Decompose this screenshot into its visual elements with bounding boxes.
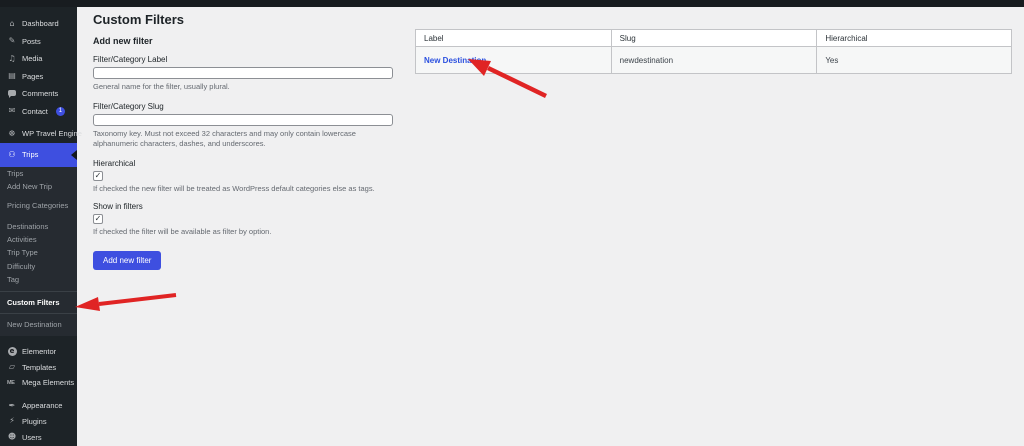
submenu-item-difficulty[interactable]: Difficulty: [0, 260, 77, 273]
sidebar-item-label: Plugins: [22, 416, 47, 426]
posts-icon: ✎: [8, 36, 16, 46]
sidebar-item-comments[interactable]: Comments: [0, 85, 77, 103]
media-icon: ♫: [8, 53, 16, 63]
wp-travel-engine-icon: ☸: [8, 128, 16, 138]
sidebar-item-label: Mega Elements: [22, 378, 75, 388]
contact-count-badge: 1: [55, 106, 65, 116]
sidebar-item-label: Trips: [22, 150, 39, 159]
sidebar-item-posts[interactable]: ✎ Posts: [0, 33, 77, 51]
filter-slug-input[interactable]: [93, 114, 393, 127]
submenu-divider: [0, 313, 77, 315]
form-heading: Add new filter: [93, 36, 153, 46]
filter-row-link[interactable]: New Destination: [424, 56, 486, 65]
table-header-row: Label Slug Hierarchical: [415, 29, 1012, 47]
sidebar-item-plugins[interactable]: ⚡ Plugins: [0, 414, 77, 430]
submenu-item-pricing-categories[interactable]: Pricing Categories: [0, 199, 77, 212]
sidebar-item-label: Contact: [22, 106, 48, 116]
sidebar-item-contact[interactable]: ✉ Contact 1: [0, 103, 77, 121]
sidebar-item-label: Elementor: [22, 346, 57, 356]
table-row: New Destination newdestination Yes: [415, 46, 1012, 74]
submenu-item-trip-type[interactable]: Trip Type: [0, 246, 77, 259]
show-in-filters-help: If checked the filter will be available …: [93, 227, 272, 237]
filters-table: Label Slug Hierarchical New Destination …: [415, 29, 1012, 74]
mail-icon: ✉: [8, 106, 16, 116]
submenu-item-tag[interactable]: Tag: [0, 273, 77, 286]
show-in-filters-checkbox[interactable]: ✓: [93, 214, 103, 225]
filter-label-input[interactable]: [93, 67, 393, 79]
filter-slug-field-label: Filter/Category Slug: [93, 102, 164, 112]
trips-submenu: Trips Add New Trip Pricing Categories De…: [0, 166, 77, 337]
submenu-item-trips[interactable]: Trips: [0, 167, 77, 180]
filter-label-field-label: Filter/Category Label: [93, 55, 168, 64]
page-title: Custom Filters: [93, 12, 185, 27]
sidebar-item-dashboard[interactable]: ⌂ Dashboard: [0, 15, 77, 33]
dashboard-icon: ⌂: [9, 18, 15, 28]
submenu-item-add-new-trip[interactable]: Add New Trip: [0, 180, 77, 193]
admin-sidebar: ⌂ Dashboard ✎ Posts ♫ Media ▤ Pages Comm…: [0, 7, 82, 446]
admin-top-bar: [0, 0, 1024, 7]
sidebar-item-elementor[interactable]: e Elementor: [0, 343, 77, 359]
add-new-filter-button[interactable]: Add new filter: [93, 251, 162, 271]
trips-icon: ⚇: [8, 149, 16, 159]
submenu-divider: [0, 290, 77, 292]
submenu-item-destinations[interactable]: Destinations: [0, 220, 77, 233]
plugin-icon: ⚡: [9, 416, 15, 426]
filter-slug-help: Taxonomy key. Must not exceed 32 charact…: [93, 129, 356, 149]
user-icon: ☻: [7, 432, 17, 442]
sidebar-item-label: WP Travel Engine: [22, 129, 82, 139]
hierarchical-checkbox[interactable]: ✓: [93, 171, 103, 182]
submenu-item-activities[interactable]: Activities: [0, 233, 77, 246]
add-new-filter-form: Add new filter Filter/Category Label Gen…: [93, 36, 393, 271]
sidebar-item-templates[interactable]: ▱ Templates: [0, 359, 77, 375]
column-header-hierarchical: Hierarchical: [816, 29, 1012, 47]
filter-row-slug: newdestination: [610, 46, 818, 74]
sidebar-item-label: Pages: [22, 71, 44, 81]
filter-row-hierarchical: Yes: [816, 46, 1012, 74]
sidebar-item-trips[interactable]: ⚇ Trips: [0, 142, 77, 167]
column-header-label: Label: [415, 29, 612, 47]
sidebar-item-label: Posts: [22, 36, 41, 46]
sidebar-item-label: Media: [22, 54, 43, 64]
plugin-menu-group: e Elementor ▱ Templates ME Mega Elements: [0, 343, 77, 390]
sidebar-item-pages[interactable]: ▤ Pages: [0, 68, 77, 86]
sidebar-item-label: Comments: [22, 89, 59, 99]
sidebar-item-users[interactable]: ☻ Users: [0, 429, 77, 445]
sidebar-item-label: Dashboard: [22, 19, 59, 29]
sidebar-item-wp-travel-engine[interactable]: ☸ WP Travel Engine: [0, 125, 81, 143]
brush-icon: ✒: [8, 400, 16, 410]
submenu-item-new-destination[interactable]: New Destination: [0, 318, 77, 331]
filter-label-help: General name for the filter, usually plu…: [93, 82, 230, 91]
sidebar-item-mega-elements[interactable]: ME Mega Elements: [0, 375, 77, 391]
sidebar-item-label: Appearance: [22, 401, 63, 411]
sidebar-item-label: Templates: [22, 362, 57, 372]
comments-icon: [7, 89, 17, 99]
elementor-icon: e: [7, 346, 17, 357]
folder-icon: ▱: [8, 362, 16, 372]
hierarchical-label: Hierarchical: [93, 159, 136, 169]
hierarchical-help: If checked the new filter will be treate…: [93, 184, 375, 194]
column-header-slug: Slug: [610, 29, 818, 47]
settings-menu-group: ✒ Appearance ⚡ Plugins ☻ Users ⚒ Tools: [0, 398, 77, 446]
submenu-item-custom-filters[interactable]: Custom Filters: [0, 296, 77, 309]
sidebar-item-media[interactable]: ♫ Media: [0, 50, 77, 68]
mega-elements-icon: ME: [7, 379, 15, 386]
sidebar-item-label: Users: [22, 432, 42, 442]
show-in-filters-label: Show in filters: [93, 202, 143, 212]
pages-icon: ▤: [8, 71, 16, 81]
sidebar-item-appearance[interactable]: ✒ Appearance: [0, 398, 77, 414]
admin-menu: ⌂ Dashboard ✎ Posts ♫ Media ▤ Pages Comm…: [0, 7, 82, 446]
main-content: Custom Filters Add new filter Filter/Cat…: [77, 7, 1024, 446]
